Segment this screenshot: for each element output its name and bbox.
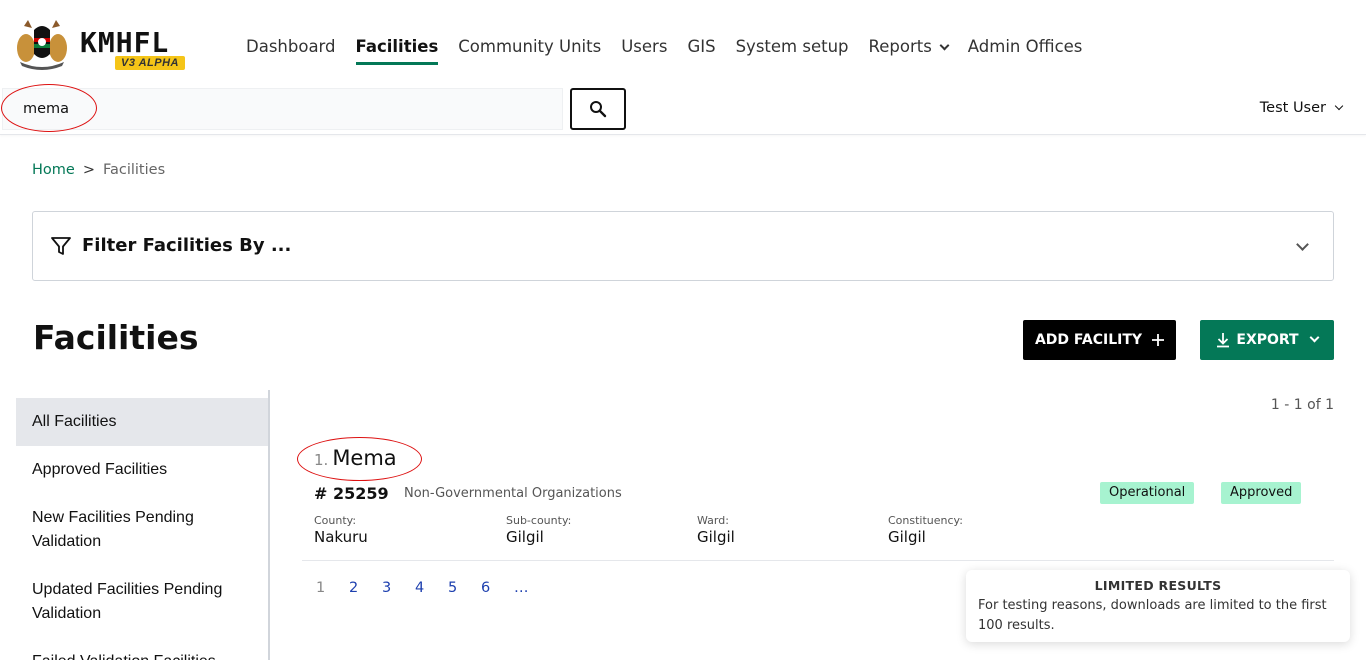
result-divider (302, 560, 1334, 561)
page-3[interactable]: 3 (374, 580, 407, 596)
filter-panel[interactable]: Filter Facilities By ... (32, 211, 1334, 281)
add-facility-button[interactable]: ADD FACILITY (1023, 320, 1176, 360)
filter-title: Filter Facilities By ... (82, 235, 292, 256)
facility-name: Mema (332, 446, 397, 470)
breadcrumb-separator: > (82, 162, 95, 178)
constituency-field: Constituency: Gilgil (888, 514, 963, 546)
export-label: EXPORT (1236, 332, 1299, 348)
sidebar-item-updated-pending-validation[interactable]: Updated Facilities Pending Validation (16, 566, 268, 638)
county-label: County: (314, 514, 357, 527)
sidebar-item-approved-facilities[interactable]: Approved Facilities (16, 446, 268, 494)
page-6[interactable]: 6 (473, 580, 506, 596)
facility-code: # 25259 (314, 484, 389, 503)
nav-system-setup[interactable]: System setup (736, 36, 849, 62)
nav-community-units[interactable]: Community Units (458, 36, 601, 62)
ward-label: Ward: (697, 514, 729, 527)
subcounty-label: Sub-county: (506, 514, 572, 527)
page-2[interactable]: 2 (341, 580, 374, 596)
toast-body: For testing reasons, downloads are limit… (978, 598, 1327, 633)
facility-name-link[interactable]: 1. Mema (314, 446, 397, 470)
search-button[interactable] (570, 88, 626, 130)
results-count: 1 - 1 of 1 (1270, 397, 1334, 413)
main-nav: Dashboard Facilities Community Units Use… (246, 36, 1102, 65)
subcounty-value: Gilgil (506, 528, 544, 546)
chevron-down-icon (1309, 332, 1320, 342)
county-value: Nakuru (314, 528, 368, 546)
ward-field: Ward: Gilgil (697, 514, 735, 546)
coat-of-arms-logo[interactable] (14, 18, 70, 70)
subcounty-field: Sub-county: Gilgil (506, 514, 571, 546)
download-icon (1217, 333, 1230, 348)
top-header: KMHFL V3 ALPHA Dashboard Facilities Comm… (0, 0, 1366, 135)
page-1[interactable]: 1 (308, 580, 341, 596)
filter-icon (51, 237, 71, 255)
nav-reports-label: Reports (868, 37, 932, 56)
county-field: County: Nakuru (314, 514, 368, 546)
breadcrumb-home[interactable]: Home (32, 162, 75, 178)
sidebar-item-new-pending-validation[interactable]: New Facilities Pending Validation (16, 494, 268, 566)
brand-title[interactable]: KMHFL (80, 26, 169, 59)
breadcrumb: Home > Facilities (32, 162, 165, 178)
nav-facilities[interactable]: Facilities (355, 36, 438, 65)
nav-gis[interactable]: GIS (687, 36, 715, 62)
sidebar-item-failed-validation[interactable]: Failed Validation Facilities (16, 638, 268, 660)
result-index: 1. (314, 451, 329, 469)
status-badge: Operational (1100, 482, 1195, 504)
chevron-down-icon (1334, 101, 1344, 111)
nav-users[interactable]: Users (621, 36, 667, 62)
version-badge: V3 ALPHA (115, 56, 185, 70)
nav-reports[interactable]: Reports (868, 36, 950, 62)
page-ellipsis[interactable]: … (506, 580, 539, 596)
user-menu[interactable]: Test User (1259, 100, 1344, 116)
search-input[interactable] (2, 88, 563, 130)
ward-value: Gilgil (697, 528, 735, 546)
nav-admin-offices[interactable]: Admin Offices (968, 36, 1083, 62)
user-name: Test User (1259, 100, 1326, 116)
page-4[interactable]: 4 (407, 580, 440, 596)
facility-filter-sidebar: All Facilities Approved Facilities New F… (16, 390, 270, 660)
constituency-label: Constituency: (888, 514, 963, 527)
chevron-down-icon (939, 40, 950, 51)
constituency-value: Gilgil (888, 528, 926, 546)
facility-owner: Non-Governmental Organizations (404, 486, 622, 501)
sidebar-item-all-facilities[interactable]: All Facilities (16, 398, 268, 446)
pagination: 1 2 3 4 5 6 … (308, 580, 539, 596)
limited-results-toast: LIMITED RESULTS For testing reasons, dow… (966, 570, 1350, 642)
search-icon (590, 101, 607, 118)
approval-badge: Approved (1221, 482, 1302, 504)
add-facility-label: ADD FACILITY (1034, 332, 1143, 348)
plus-icon (1152, 334, 1165, 346)
toast-title: LIMITED RESULTS (1094, 578, 1222, 593)
chevron-down-icon (1296, 238, 1309, 251)
page-5[interactable]: 5 (440, 580, 473, 596)
export-button[interactable]: EXPORT (1200, 320, 1334, 360)
page-title: Facilities (33, 318, 199, 357)
nav-dashboard[interactable]: Dashboard (246, 36, 336, 62)
breadcrumb-current: Facilities (102, 162, 166, 178)
